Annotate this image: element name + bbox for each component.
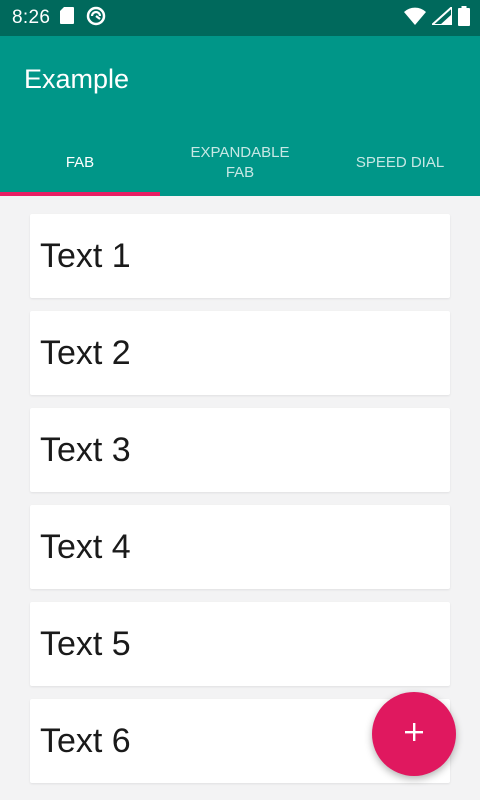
list-item-label: Text 2 xyxy=(40,333,131,372)
tab-expandable-fab[interactable]: EXPANDABLE FAB xyxy=(160,130,320,196)
status-right-icons xyxy=(404,0,470,36)
status-time: 8:26 xyxy=(12,7,51,28)
list-item[interactable]: Text 5 xyxy=(30,602,450,686)
list-item[interactable]: Text 1 xyxy=(30,214,450,298)
add-fab-button[interactable] xyxy=(372,692,456,776)
list-item-label: Text 1 xyxy=(40,236,131,275)
tab-label: FAB xyxy=(65,154,95,171)
tab-label: EXPANDABLE FAB xyxy=(190,144,290,181)
sync-circle-icon xyxy=(86,6,106,31)
app-title: Example xyxy=(24,64,130,94)
tab-bar: FAB EXPANDABLE FAB SPEED DIAL xyxy=(0,130,480,196)
tab-label: SPEED DIAL xyxy=(355,154,445,171)
signal-icon xyxy=(429,4,453,30)
tab-fab[interactable]: FAB xyxy=(0,130,160,196)
sd-card-icon xyxy=(60,7,75,29)
list-item-label: Text 3 xyxy=(40,430,131,469)
list-item[interactable]: Text 3 xyxy=(30,408,450,492)
list-item[interactable]: Text 2 xyxy=(30,311,450,395)
list-item-label: Text 6 xyxy=(40,721,131,760)
battery-icon xyxy=(458,5,470,31)
plus-icon xyxy=(403,721,425,748)
list-item-label: Text 4 xyxy=(40,527,131,566)
app-screen: 8:26 Example FAB EXPANDABLE FAB SPEED DI… xyxy=(0,0,480,800)
tab-speed-dial[interactable]: SPEED DIAL xyxy=(320,130,480,196)
list-item-label: Text 5 xyxy=(40,624,131,663)
wifi-icon xyxy=(404,7,426,30)
status-bar: 8:26 xyxy=(0,0,480,36)
list-item[interactable]: Text 4 xyxy=(30,505,450,589)
status-left-icons xyxy=(60,6,106,31)
app-bar: Example FAB EXPANDABLE FAB SPEED DIAL xyxy=(0,36,480,196)
tab-indicator xyxy=(0,192,160,196)
